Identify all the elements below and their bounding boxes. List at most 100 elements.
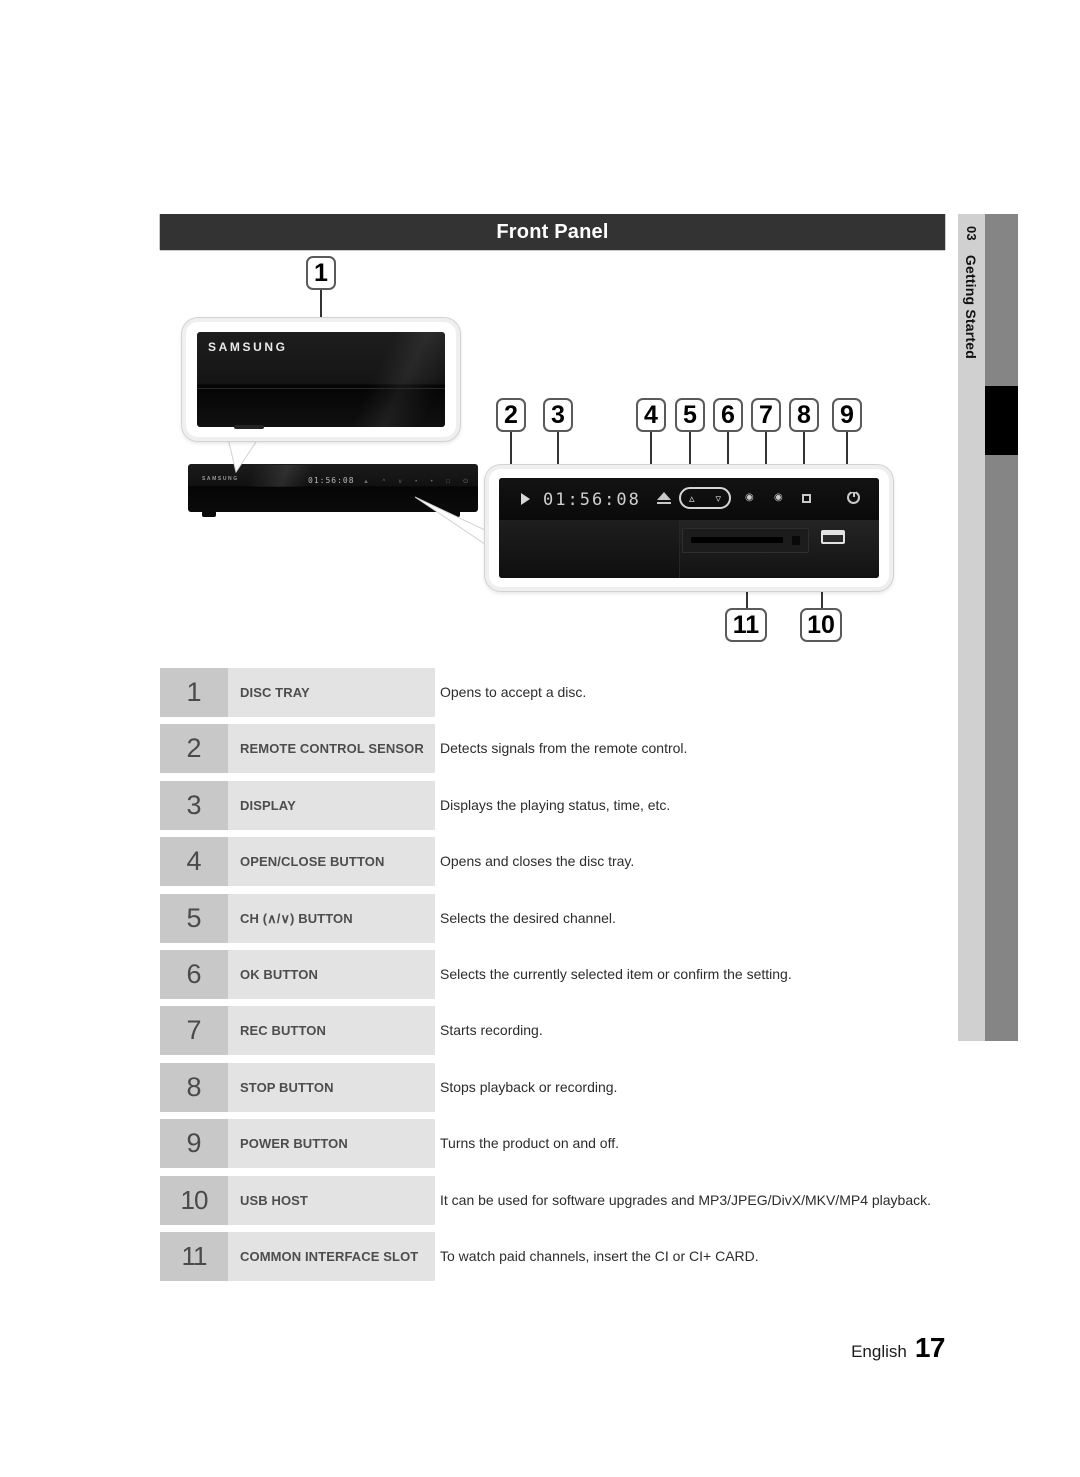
eject-icon (657, 492, 671, 506)
front-panel-illustration: 1 SAMSUNG SAMSUNG 01:56:08 ▲ ^ v • • □ ⏻… (160, 250, 945, 650)
row-label: POWER BUTTON (228, 1119, 435, 1169)
usb-host-port (821, 530, 845, 544)
chapter-tab: 03 Getting Started (958, 214, 985, 1041)
panel-face: 01:56:08 ▵ ▿ ◉ ◉ (499, 478, 879, 578)
tray-seam (197, 388, 445, 389)
row-description: Detects signals from the remote control. (440, 740, 688, 757)
row-label: USB HOST (228, 1175, 435, 1225)
page-footer: English 17 (0, 1332, 945, 1364)
row-label: STOP BUTTON (228, 1062, 435, 1112)
table-row: 10 USB HOST It can be used for software … (160, 1175, 945, 1232)
common-interface-slot (682, 528, 809, 553)
row-label: OK BUTTON (228, 949, 435, 999)
row-number: 7 (160, 1006, 228, 1056)
rec-icon: ◉ (774, 492, 783, 503)
row-number: 6 (160, 949, 228, 999)
row-label: OPEN/CLOSE BUTTON (228, 837, 435, 887)
channel-down-icon: v (398, 479, 402, 485)
tray-notch (234, 425, 264, 429)
row-label: REC BUTTON (228, 1006, 435, 1056)
table-row: 9 POWER BUTTON Turns the product on and … (160, 1119, 945, 1175)
row-label: CH (∧/∨) BUTTON (228, 893, 435, 943)
row-description: Turns the product on and off. (440, 1135, 620, 1152)
row-number: 5 (160, 893, 228, 943)
footer-language: English (851, 1342, 907, 1361)
brand-logo: SAMSUNG (208, 340, 288, 354)
row-label: DISC TRAY (228, 668, 435, 717)
callout-2: 2 (496, 398, 526, 432)
channel-up-icon: ▵ (689, 493, 695, 505)
eject-bar (657, 502, 671, 504)
chapter-label: Getting Started (963, 254, 980, 359)
power-icon: ⏻ (463, 478, 468, 485)
row-number: 2 (160, 724, 228, 774)
row-number: 1 (160, 668, 228, 717)
chapter-number: 03 (964, 226, 979, 241)
manual-page: Front Panel 03 Getting Started 1 SAMSUNG (0, 0, 1080, 1477)
table-row: 5 CH (∧/∨) BUTTON Selects the desired ch… (160, 893, 945, 950)
row-label: DISPLAY (228, 780, 435, 830)
stop-icon (802, 494, 811, 503)
eject-icon: ▲ (363, 479, 369, 485)
table-row: 1 DISC TRAY Opens to accept a disc. (160, 668, 945, 724)
ci-slot-opening (691, 537, 783, 543)
ci-slot-key (792, 536, 800, 545)
rec-icon: • (415, 479, 418, 485)
front-panel-spec-table: 1 DISC TRAY Opens to accept a disc. 2 RE… (160, 668, 945, 1288)
device-brand-logo: SAMSUNG (202, 476, 239, 482)
section-header-bar: Front Panel (160, 214, 945, 250)
channel-down-icon: ▿ (715, 493, 721, 505)
table-row: 11 COMMON INTERFACE SLOT To watch paid c… (160, 1231, 945, 1288)
callout-8: 8 (789, 398, 819, 432)
display-readout: 01:56:08 (543, 490, 641, 510)
row-description: Starts recording. (440, 1022, 543, 1039)
panel-lower-strip (499, 520, 879, 578)
device-button-row: ▲ ^ v • • □ ⏻ (363, 477, 468, 487)
channel-up-icon: ^ (382, 479, 386, 485)
callout-6: 6 (713, 398, 743, 432)
callout-7: 7 (751, 398, 781, 432)
table-row: 6 OK BUTTON Selects the currently select… (160, 949, 945, 1006)
row-number: 4 (160, 837, 228, 887)
row-number: 8 (160, 1062, 228, 1112)
chapter-index-marker (985, 386, 1018, 455)
front-panel-zoom-bubble: 01:56:08 ▵ ▿ ◉ ◉ (485, 465, 893, 591)
gloss-highlight (296, 332, 445, 427)
row-label: COMMON INTERFACE SLOT (228, 1231, 435, 1281)
device-display-readout: 01:56:08 (308, 476, 355, 485)
table-row: 4 OPEN/CLOSE BUTTON Opens and closes the… (160, 837, 945, 893)
callout-11: 11 (725, 608, 767, 642)
row-number: 10 (160, 1175, 228, 1225)
usb-port-opening (823, 535, 843, 542)
rec-icon: ◉ (745, 492, 754, 503)
power-stem (853, 489, 855, 497)
device-foot-left (202, 512, 216, 517)
eject-triangle (657, 492, 671, 500)
stop-icon: □ (446, 479, 450, 485)
rec-icon: • (430, 479, 433, 485)
row-description: Stops playback or recording. (440, 1078, 618, 1095)
row-description: Displays the playing status, time, etc. (440, 796, 671, 813)
table-row: 7 REC BUTTON Starts recording. (160, 1006, 945, 1062)
row-label: REMOTE CONTROL SENSOR (228, 724, 435, 774)
play-triangle-icon (521, 493, 530, 505)
callout-9: 9 (832, 398, 862, 432)
panel-seam (499, 520, 680, 578)
callout-1: 1 (306, 256, 336, 290)
table-row: 8 STOP BUTTON Stops playback or recordin… (160, 1062, 945, 1119)
page-title: Front Panel (496, 221, 609, 243)
row-description: Selects the desired channel. (440, 909, 616, 926)
row-description: Opens and closes the disc tray. (440, 853, 635, 870)
table-row: 2 REMOTE CONTROL SENSOR Detects signals … (160, 724, 945, 780)
row-number: 3 (160, 780, 228, 830)
callout-5: 5 (675, 398, 705, 432)
row-description: Selects the currently selected item or c… (440, 965, 792, 982)
row-description: To watch paid channels, insert the CI or… (440, 1247, 759, 1264)
row-number: 11 (160, 1231, 228, 1281)
callout-3: 3 (543, 398, 573, 432)
callout-4: 4 (636, 398, 666, 432)
row-number: 9 (160, 1119, 228, 1169)
chapter-index-bar (985, 214, 1018, 1041)
channel-button-group: ▵ ▿ (679, 487, 731, 509)
disc-tray-zoom-bubble: SAMSUNG (182, 318, 460, 441)
